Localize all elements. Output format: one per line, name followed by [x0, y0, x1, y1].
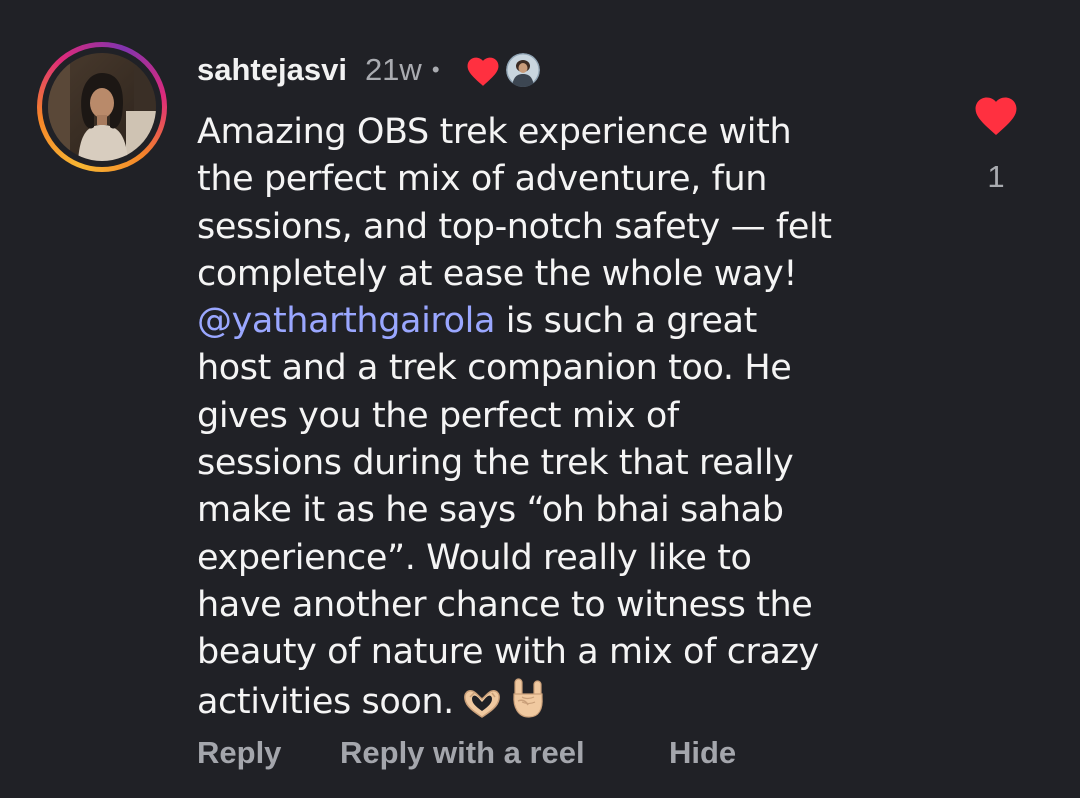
- creator-liked-heart-icon: [464, 53, 502, 87]
- comment: sahtejasvi 21w • Amazing OBS trek experi…: [0, 0, 1080, 798]
- comment-line: sessions, and top-notch safety — felt: [197, 206, 832, 247]
- heart-hands-emoji: [462, 685, 502, 732]
- comment-line: Amazing OBS trek experience with: [197, 112, 792, 152]
- timestamp: 21w: [364, 52, 422, 87]
- username[interactable]: sahtejasvi: [197, 52, 347, 88]
- creator-avatar: [505, 53, 540, 87]
- comment-actions: Reply Reply with a reel Hide: [197, 735, 736, 771]
- comment-line: completely at ease the whole way!: [197, 253, 798, 294]
- like-count: 1: [987, 159, 1005, 194]
- rock-on-hand-emoji: [510, 677, 546, 732]
- comment-line: host and a trek companion too. He: [197, 348, 792, 389]
- comment-line: make it as he says “oh bhai sahab: [197, 490, 784, 531]
- reply-with-reel-button[interactable]: Reply with a reel: [340, 735, 669, 771]
- profile-avatar[interactable]: [37, 42, 167, 172]
- like-column: 1: [968, 92, 1024, 195]
- comment-line: have another chance to witness the: [197, 584, 813, 625]
- mention-link[interactable]: @yatharthgairola: [197, 301, 495, 341]
- comment-last-line: activities soon.: [197, 677, 917, 732]
- reply-button[interactable]: Reply: [197, 735, 340, 771]
- comment-line-mention: @yatharthgairola is such a great: [197, 298, 917, 345]
- comment-line: the perfect mix of adventure, fun: [197, 159, 768, 200]
- comment-line: experience”. Would really like to: [197, 537, 752, 578]
- comment-header: sahtejasvi 21w •: [197, 50, 540, 90]
- comment-line: beauty of nature with a mix of crazy: [197, 632, 819, 673]
- avatar-image: [48, 53, 156, 161]
- comment-line: gives you the perfect mix of: [197, 395, 679, 436]
- comment-text: Amazing OBS trek experience with the per…: [197, 109, 917, 732]
- like-heart-icon[interactable]: [968, 92, 1024, 141]
- comment-line: sessions during the trek that really: [197, 443, 794, 484]
- mention-suffix: is such a great: [495, 301, 758, 342]
- last-line-text: activities soon.: [197, 681, 454, 722]
- hide-button[interactable]: Hide: [669, 735, 736, 771]
- separator-dot: •: [431, 57, 440, 82]
